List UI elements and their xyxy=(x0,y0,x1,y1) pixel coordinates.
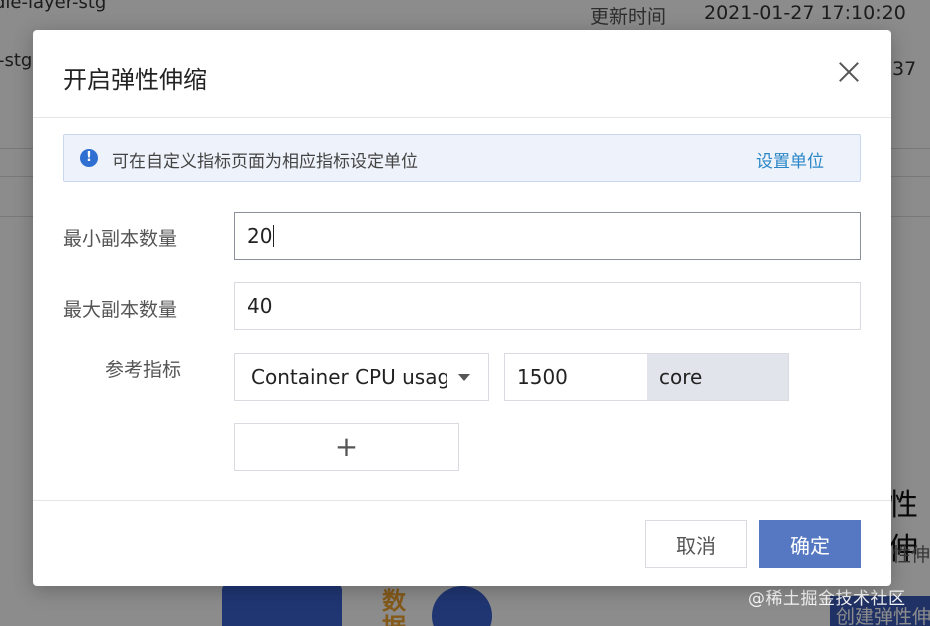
max-replicas-label: 最大副本数量 xyxy=(63,299,178,321)
watermark: @稀土掘金技术社区 xyxy=(748,589,906,609)
max-replicas-value: 40 xyxy=(247,294,273,318)
confirm-button[interactable]: 确定 xyxy=(759,520,861,568)
min-replicas-input[interactable]: 20 xyxy=(234,212,861,260)
caret-down-icon xyxy=(458,374,470,381)
min-replicas-label: 最小副本数量 xyxy=(63,228,178,250)
metric-threshold-value: 1500 xyxy=(517,365,568,389)
close-icon[interactable] xyxy=(835,58,863,86)
max-replicas-input[interactable]: 40 xyxy=(234,282,861,330)
metric-label: 参考指标 xyxy=(105,359,182,381)
dialog-footer-divider xyxy=(33,500,891,501)
metric-threshold-group: 1500 core xyxy=(504,353,789,401)
plus-icon: + xyxy=(334,430,359,463)
dialog-title: 开启弹性伸缩 xyxy=(63,66,207,94)
set-unit-link[interactable]: 设置单位 xyxy=(756,147,824,172)
metric-unit-addon: core xyxy=(647,354,788,400)
metric-unit-text: core xyxy=(659,365,703,389)
alert-text: 可在自定义指标页面为相应指标设定单位 xyxy=(112,152,418,172)
metric-select-value: Container CPU usage xyxy=(251,365,447,389)
info-alert: ! 可在自定义指标页面为相应指标设定单位 设置单位 xyxy=(63,134,861,182)
metric-select[interactable]: Container CPU usage xyxy=(234,353,489,401)
text-caret xyxy=(273,225,275,247)
add-metric-button[interactable]: + xyxy=(234,423,459,471)
autoscale-dialog: 开启弹性伸缩 ! 可在自定义指标页面为相应指标设定单位 设置单位 最小副本数量 … xyxy=(33,30,891,586)
dialog-header: 开启弹性伸缩 xyxy=(33,30,891,118)
min-replicas-value: 20 xyxy=(247,224,273,248)
metric-threshold-input[interactable]: 1500 xyxy=(505,354,647,400)
cancel-button[interactable]: 取消 xyxy=(645,520,747,568)
info-icon: ! xyxy=(80,149,98,167)
